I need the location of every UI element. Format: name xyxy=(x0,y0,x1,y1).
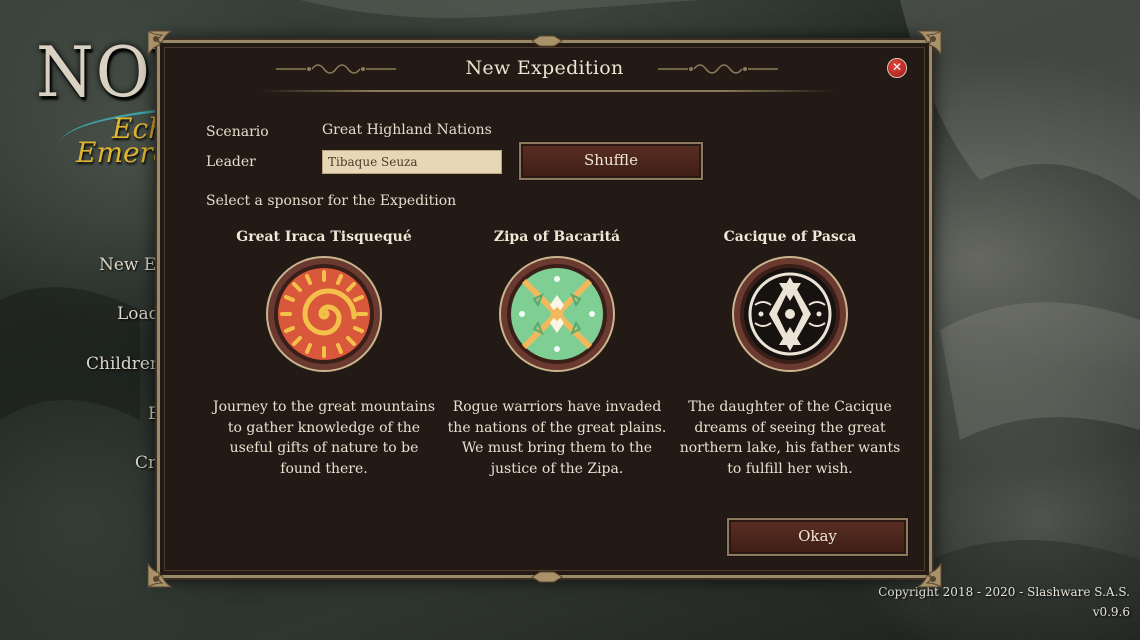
version-text: v0.9.6 xyxy=(1092,605,1130,619)
sponsor-name: Cacique of Pasca xyxy=(723,229,857,245)
main-menu-new-expedition[interactable]: New Ex xyxy=(99,255,166,275)
sponsor-prompt: Select a sponsor for the Expedition xyxy=(206,193,457,209)
corner-ornament-icon xyxy=(916,562,942,588)
leader-label: Leader xyxy=(206,154,256,170)
leader-name-field[interactable]: Tibaque Seuza xyxy=(322,150,502,174)
sun-spiral-emblem-icon[interactable] xyxy=(265,255,383,373)
sponsor-name: Zipa of Bacaritá xyxy=(493,229,621,245)
corner-ornament-icon xyxy=(147,562,173,588)
close-icon[interactable]: ✕ xyxy=(887,58,907,78)
black-white-geometric-emblem-icon[interactable] xyxy=(731,255,849,373)
main-menu-children[interactable]: Children xyxy=(86,354,161,374)
sponsor-description: Rogue warriors have invaded the nations … xyxy=(447,399,667,477)
clasp-ornament-icon xyxy=(531,35,563,47)
shuffle-button[interactable]: Shuffle xyxy=(519,142,703,180)
sponsor-description: The daughter of the Cacique dreams of se… xyxy=(679,399,901,477)
title-divider xyxy=(260,90,835,92)
main-menu-load[interactable]: Load xyxy=(117,304,160,324)
dialog-title: New Expedition xyxy=(465,57,624,79)
okay-button[interactable]: Okay xyxy=(727,518,908,556)
sponsor-name: Great Iraca Tisquequé xyxy=(236,229,412,245)
new-expedition-dialog: New Expedition ✕ Scenario Great Highland… xyxy=(147,30,942,588)
title-flourish-icon xyxy=(658,64,778,74)
green-cross-pattern-emblem-icon[interactable] xyxy=(498,255,616,373)
scenario-label: Scenario xyxy=(206,124,269,140)
sponsor-option-3[interactable]: Cacique of Pasca The daughter of the Cac… xyxy=(675,229,905,479)
scenario-value: Great Highland Nations xyxy=(322,122,492,138)
clasp-ornament-icon xyxy=(531,571,563,583)
sponsor-option-2[interactable]: Zipa of Bacaritá Rogue warriors have inv… xyxy=(442,229,672,479)
sponsor-option-1[interactable]: Great Iraca Tisquequé Journey to the gre… xyxy=(209,229,439,479)
sponsor-description: Journey to the great mountains to gather… xyxy=(212,399,436,477)
